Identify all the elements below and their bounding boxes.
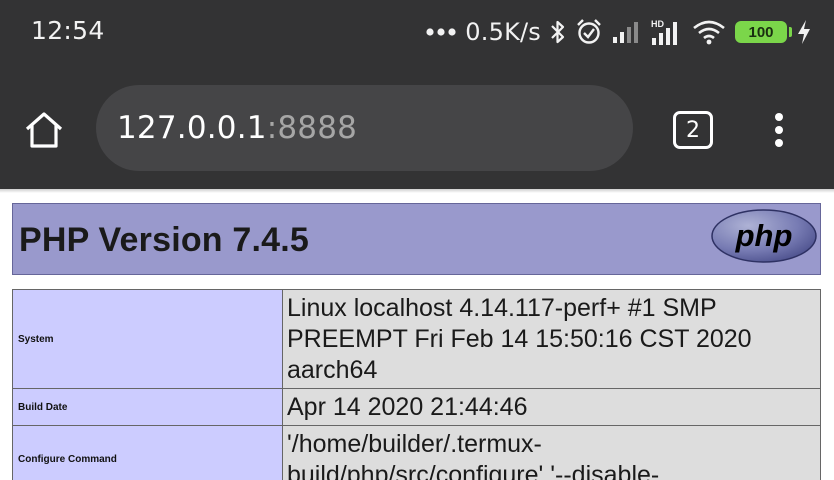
php-logo: php [711, 209, 817, 263]
alarm-icon [577, 19, 601, 44]
bluetooth-icon [551, 20, 565, 44]
home-icon [25, 112, 63, 148]
row-value: Linux localhost 4.14.117-perf+ #1 SMP PR… [282, 289, 821, 389]
row-value: Apr 14 2020 21:44:46 [282, 388, 821, 426]
value-line: build/php/src/configure' '--disable- [287, 461, 660, 480]
row-value: '/home/builder/.termux- build/php/src/co… [282, 425, 821, 480]
home-button[interactable] [22, 108, 66, 152]
battery-level: 100 [748, 23, 774, 41]
value-line: PREEMPT Fri Feb 14 15:50:16 CST 2020 [287, 325, 752, 353]
value-line: Linux localhost 4.14.117-perf+ #1 SMP [287, 294, 717, 322]
table-row: System Linux localhost 4.14.117-perf+ #1… [12, 289, 821, 389]
dots-icon [426, 28, 456, 36]
value-line: aarch64 [287, 356, 378, 384]
more-vert-icon[interactable] [766, 110, 792, 150]
status-bar: 12:54 0.5K/s HD 100 [0, 0, 834, 64]
row-key: System [12, 289, 283, 389]
url-host: 127.0.0.1 [117, 110, 267, 146]
table-row: Build Date Apr 14 2020 21:44:46 [12, 388, 821, 426]
battery-icon: 100 [735, 21, 792, 43]
browser-toolbar: 127.0.0.1:8888 2 [0, 64, 834, 189]
url-port: :8888 [266, 110, 358, 146]
charging-icon [798, 20, 810, 44]
network-speed: 0.5K/s [465, 18, 541, 46]
wifi-icon [693, 20, 725, 45]
php-version-header: PHP Version 7.4.5 php [12, 203, 821, 275]
tabs-button[interactable]: 2 [673, 111, 713, 149]
url-text[interactable]: 127.0.0.1:8888 [117, 110, 357, 146]
toolbar-shadow [0, 189, 834, 193]
address-bar[interactable]: 127.0.0.1:8888 [96, 85, 633, 171]
table-row: Configure Command '/home/builder/.termux… [12, 425, 821, 480]
status-icons: 0.5K/s HD 100 [426, 14, 812, 50]
signal-icon [613, 22, 638, 43]
row-key: Configure Command [12, 425, 283, 480]
status-time: 12:54 [31, 16, 105, 45]
value-line: '/home/builder/.termux- [287, 430, 542, 458]
info-table: System Linux localhost 4.14.117-perf+ #1… [12, 289, 821, 480]
value-line: Apr 14 2020 21:44:46 [287, 393, 528, 421]
tab-count: 2 [686, 117, 700, 143]
row-key: Build Date [12, 388, 283, 426]
php-logo-text: php [735, 218, 793, 253]
hd-signal-icon: HD [651, 19, 677, 45]
hd-label: HD [651, 19, 664, 29]
page-title: PHP Version 7.4.5 [19, 221, 310, 259]
